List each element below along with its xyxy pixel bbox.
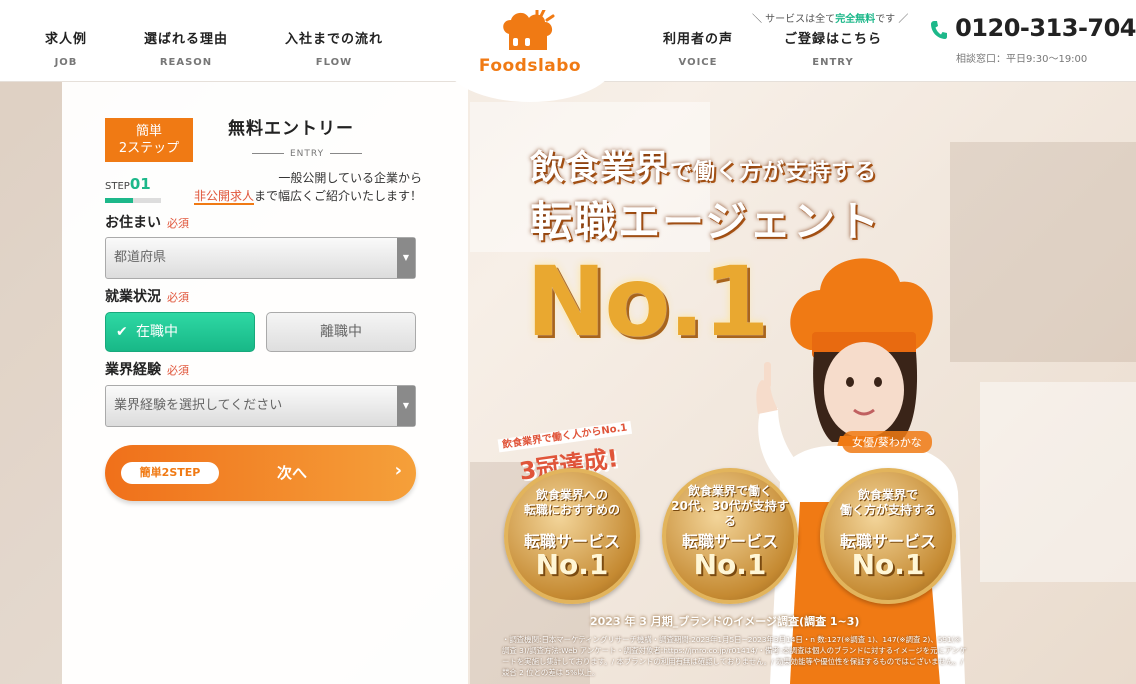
next-button[interactable]: 簡単2STEP 次へ › [105, 445, 416, 501]
form-subtitle: ENTRY [246, 149, 368, 159]
award-medal-3: 飲食業界で 働く方が支持する 転職サービス No.1 [820, 468, 956, 604]
nav-flow-label: 入社までの流れ [284, 32, 383, 47]
status-label: 就業状況 必須 [105, 286, 189, 306]
medal-2-caption: 飲食業界で働く 20代、30代が支持する [666, 484, 794, 529]
status-unemployed-label: 離職中 [320, 324, 362, 340]
desc-line-1: 一般公開している企業から [278, 171, 422, 185]
desc-highlight: 非公開求人 [193, 189, 254, 205]
medal-3-rank: No.1 [851, 548, 925, 581]
medal-3-caption-line-1: 飲食業界で [857, 488, 918, 502]
phone-contact[interactable]: 0120-313-704 相談窓口：平日9:30〜19:00 [930, 14, 1136, 65]
logo-text: Foodslabo [478, 56, 582, 76]
medal-1-caption: 飲食業界への 転職におすすめの [508, 488, 636, 518]
easy-2step-pill: 簡単2STEP [121, 462, 219, 484]
chef-hat-logo-icon [503, 10, 555, 50]
chevron-right-icon: › [394, 460, 402, 481]
medal-2-rank: No.1 [693, 548, 767, 581]
phone-hours: 相談窓口：平日9:30〜19:00 [956, 54, 1088, 65]
medal-1-caption-line-1: 飲食業界への [535, 488, 608, 502]
free-note-prefix: ＼ サービスは全て [752, 14, 836, 25]
free-service-note: ＼ サービスは全て完全無料です ／ [752, 10, 908, 25]
step-prefix: STEP [105, 181, 130, 192]
experience-label: 業界経験 必須 [105, 359, 189, 379]
headline-line-2: 転職エージェント [530, 197, 882, 246]
two-step-badge: 簡単 2ステップ [105, 118, 193, 162]
medal-2-caption-line-2: 20代、30代が支持する [671, 499, 789, 528]
nav-flow-sub: FLOW [315, 57, 353, 68]
headline-support: で働く方が支持する [670, 160, 878, 185]
entry-form: 簡単 2ステップ 無料エントリー ENTRY 一般公開している企業から 非公開求… [62, 82, 468, 684]
status-employed-button[interactable]: ✔ 在職中 [105, 312, 255, 352]
medal-1-caption-line-2: 転職におすすめの [523, 503, 620, 517]
phone-icon [930, 20, 948, 44]
dropdown-arrow-icon: ▼ [397, 238, 415, 278]
award-medal-2: 飲食業界で働く 20代、30代が支持する 転職サービス No.1 [662, 468, 798, 604]
experience-placeholder: 業界経験を選択してください [114, 398, 283, 413]
required-badge: 必須 [167, 217, 189, 230]
step-indicator: STEP01 [105, 175, 151, 193]
nav-voice-label: 利用者の声 [662, 32, 733, 47]
nav-reason[interactable]: 選ばれる理由 REASON [126, 28, 246, 68]
medal-2-caption-line-1: 飲食業界で働く [687, 484, 772, 498]
residence-label-text: お住まい [105, 215, 161, 231]
award-medal-1: 飲食業界への 転職におすすめの 転職サービス No.1 [504, 468, 640, 604]
free-note-emphasis: 完全無料 [835, 14, 876, 25]
residence-placeholder: 都道府県 [114, 250, 167, 265]
logo[interactable]: Foodslabo [445, 0, 615, 102]
nav-voice[interactable]: 利用者の声 VOICE [638, 28, 758, 68]
nav-voice-sub: VOICE [678, 57, 718, 68]
required-badge: 必須 [167, 291, 189, 304]
check-icon: ✔ [116, 324, 128, 340]
nav-job[interactable]: 求人例 JOB [6, 28, 126, 68]
nav-reason-sub: REASON [159, 57, 213, 68]
desc-line-2: まで幅広くご紹介いたします！ [253, 189, 422, 203]
survey-note: 2023 年 3 月期_ブランドのイメージ調査(調査 1~3) [590, 615, 860, 628]
free-note-suffix: です ／ [875, 14, 909, 25]
actor-caption: 女優/葵わかな [842, 431, 932, 453]
form-description: 一般公開している企業から 非公開求人まで幅広くご紹介いたします！ [182, 169, 422, 205]
nav-job-label: 求人例 [44, 32, 87, 47]
status-employed-label: 在職中 [136, 324, 178, 340]
residence-select[interactable]: 都道府県 ▼ [105, 237, 416, 279]
required-badge: 必須 [167, 364, 189, 377]
badge-line-2: 2ステップ [118, 141, 180, 156]
status-unemployed-button[interactable]: 離職中 [266, 312, 416, 352]
nav-reason-label: 選ばれる理由 [143, 32, 228, 47]
step-progress-bar [105, 198, 161, 203]
medal-1-rank: No.1 [535, 548, 609, 581]
headline-no1: No.1 [526, 246, 770, 358]
headline-industry: 飲食業界 [530, 148, 670, 188]
medal-3-caption: 飲食業界で 働く方が支持する [824, 488, 952, 518]
step-number: 01 [129, 175, 151, 193]
nav-flow[interactable]: 入社までの流れ FLOW [274, 28, 394, 68]
nav-entry[interactable]: ご登録はこちら ENTRY [773, 28, 893, 68]
status-label-text: 就業状況 [105, 289, 161, 305]
next-button-label: 次へ [277, 464, 308, 482]
nav-entry-sub: ENTRY [812, 57, 854, 68]
medal-3-caption-line-2: 働く方が支持する [839, 503, 936, 517]
nav-entry-label: ご登録はこちら [783, 32, 882, 47]
dropdown-arrow-icon: ▼ [397, 386, 415, 426]
experience-label-text: 業界経験 [105, 362, 161, 378]
badge-line-1: 簡単 [135, 124, 162, 139]
phone-number: 0120-313-704 [955, 14, 1136, 42]
experience-select[interactable]: 業界経験を選択してください ▼ [105, 385, 416, 427]
headline-line-1: 飲食業界で働く方が支持する [530, 140, 877, 189]
nav-job-sub: JOB [54, 57, 78, 68]
survey-fineprint: ・調査機関:日本マーケティングリサーチ機構・調査期間:2023年1月5日~202… [502, 635, 967, 677]
residence-label: お住まい 必須 [105, 212, 189, 232]
form-title: 無料エントリー [228, 119, 354, 139]
